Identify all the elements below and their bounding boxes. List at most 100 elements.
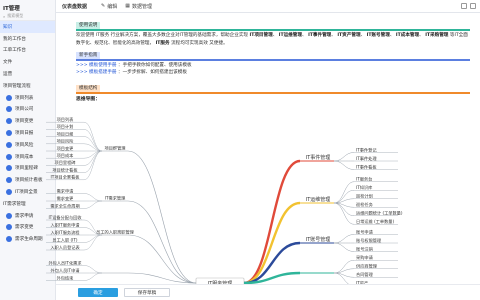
mindmap-branch-line: [127, 150, 197, 284]
pencil-icon: ✎: [101, 3, 106, 9]
mindmap-leaf-label: IT设备分配与回收: [48, 214, 82, 221]
mindmap-leaf-label: 项目计划: [57, 123, 74, 130]
mindmap-branch-line: [83, 265, 103, 274]
sidebar-item[interactable]: 运营: [0, 68, 55, 80]
close-icon[interactable]: [470, 3, 476, 9]
sidebar-search[interactable]: ⌕ 搜索模型: [0, 12, 55, 21]
sidebar-item-label: 项目列表: [15, 95, 34, 101]
mindmap-leaf-label: 巡检任务: [356, 201, 374, 208]
mindmap-branch-line: [127, 200, 197, 284]
intro-section-label: 使用说明: [76, 22, 101, 29]
intro-bold-5: IT账号管理: [366, 33, 390, 38]
mindmap-branch-line: [83, 272, 103, 281]
module-dot-icon: [6, 106, 12, 113]
mindmap-leaf-label: 项目风险: [57, 138, 75, 145]
mindmap-leaf-label: 需求申请: [57, 187, 74, 194]
mindmap-leaf-label: IT知识库: [356, 184, 372, 191]
mindmap-leaf-label: IT服务台: [356, 176, 372, 183]
sidebar-item-label: 文件: [3, 60, 13, 66]
module-dot-icon: [6, 165, 12, 172]
intro-section-header: 使用说明: [76, 22, 470, 31]
mindmap-title: 思维导图：: [76, 97, 100, 102]
module-dot-icon: [6, 118, 12, 125]
mindmap-leaf-label: 需求全生命周期: [50, 202, 79, 209]
mindmap-leaf-label: 合同管理: [356, 271, 374, 278]
mindmap-leaf-label: 需求变更: [57, 195, 75, 202]
intro-section-bar: [76, 29, 470, 31]
sidebar-item[interactable]: 文件: [0, 56, 55, 68]
mindmap-group-label: IT需求管理: [105, 195, 126, 202]
mindmap-branch-line: [83, 234, 103, 243]
confirm-button[interactable]: 确定: [78, 288, 118, 297]
mindmap-leaf-label: 账号申请: [356, 228, 373, 235]
mindmap-group-label: IT账号管理: [306, 236, 331, 243]
save-draft-button[interactable]: 保存草稿: [124, 288, 170, 297]
intro-bold-7: IT采购管理: [425, 33, 449, 38]
sidebar-item-label: 项目公司: [15, 107, 34, 113]
settings-icon[interactable]: [461, 3, 467, 9]
table-icon: ▦: [125, 3, 130, 9]
mindmap-branch-line: [333, 160, 355, 170]
mindmap-branch-line: [83, 122, 103, 152]
intro-bold-3: IT事件管理: [308, 33, 332, 38]
intro-text-3: 流程均可实现高效 又便捷。: [171, 40, 228, 46]
mindmap-group-label: 项目群管理: [105, 145, 127, 152]
mindmap-branch-line: [83, 150, 103, 173]
mindmap-branch-line: [83, 234, 103, 251]
mindmap-diagram: IT服务管理IT事件管理IT事件登记IT事件处理IT事件看板IT运维管理IT服务…: [46, 116, 403, 289]
module-dot-icon: [6, 153, 12, 160]
intro-bold-8: IT服务: [155, 40, 170, 46]
mindmap-leaf-label: IT事件登记: [356, 146, 377, 153]
sidebar-item-label: 项目管理流程: [3, 83, 31, 89]
mindmap-group-label: IT事件管理: [306, 154, 331, 161]
guide-section-label: 新手指南: [76, 52, 101, 59]
data-manage-button[interactable]: ▦ 数据管理: [125, 3, 152, 10]
structure-section-label: 模板结构: [76, 85, 101, 92]
intro-bold-1: IT项目管理: [249, 33, 273, 38]
sidebar-title-text: IT管理: [3, 6, 20, 12]
guide-link-row-2: >>> 模板搭建手册 ：一步步拆解、如何搭建出该模板: [76, 69, 470, 76]
mindmap-leaf-label: 日常运维 (工单数量): [356, 218, 394, 225]
sidebar-item-label: 知识: [3, 24, 13, 30]
edit-button[interactable]: ✎ 编辑: [101, 3, 117, 10]
sidebar-item[interactable]: 工单工作台: [0, 45, 55, 57]
edit-label: 编辑: [107, 3, 118, 10]
mindmap-leaf-label: 项目统计看板: [52, 166, 78, 173]
mindmap-leaf-label: 入职IT服务流程: [51, 229, 81, 236]
manual-link[interactable]: >>> 模板使用手册: [76, 63, 117, 68]
manual-link-desc: ：手把手教你如何配置、使用该模板: [118, 63, 192, 68]
structure-section-header: 模板结构: [76, 85, 470, 94]
mindmap-leaf-label: 巡检计划: [356, 193, 373, 200]
mindmap-leaf-label: 项目里程碑: [55, 159, 76, 166]
mindmap-leaf-label: IT事件处理: [356, 155, 377, 162]
sidebar-search-placeholder: 搜索模型: [7, 13, 24, 18]
sidebar-item[interactable]: 项目管理流程: [0, 80, 55, 92]
sidebar-item[interactable]: 我的工作台: [0, 33, 55, 45]
top-bar: 仪表盘数据 ✎ 编辑 ▦ 数据管理: [56, 0, 480, 13]
mindmap-branch-line: [333, 181, 355, 204]
page-title: 仪表盘数据: [62, 3, 88, 10]
structure-section-bar: [76, 92, 470, 94]
mindmap-leaf-label: 项目日报: [57, 130, 75, 137]
intro-text-1: 欢迎使用 IT服务 行业解决方案，覆盖大多数企业对IT管理的基础需求，帮助企业实…: [76, 33, 249, 38]
sidebar-item[interactable]: 项目列表: [0, 92, 55, 104]
sidebar-item[interactable]: 知识: [0, 21, 55, 33]
mindmap-leaf-label: 项目列表: [57, 116, 75, 123]
mindmap-branch-line: [83, 193, 103, 202]
intro-paragraph: 欢迎使用 IT服务 行业解决方案，覆盖大多数企业对IT管理的基础需求，帮助企业实…: [76, 33, 468, 46]
mindmap-branch-line: [333, 242, 355, 252]
bottom-action-bar: 确定 保存草稿: [56, 284, 480, 300]
data-manage-label: 数据管理: [131, 3, 152, 10]
mindmap-leaf-label: 入职IT服务申请: [51, 221, 80, 228]
mindmap-leaf-label: 供应商管理: [356, 263, 378, 270]
mindmap-leaf-label: 运维问题统计 (工单数量): [356, 210, 403, 217]
build-link-desc: ：一步步拆解、如何搭建出该模板: [118, 70, 187, 75]
search-icon: ⌕: [3, 13, 6, 19]
intro-bold-6: IT成本管理: [395, 33, 420, 38]
build-link[interactable]: >>> 模板搭建手册: [76, 70, 117, 75]
mindmap-branch-line: [333, 234, 355, 244]
sidebar-item-label: 运营: [3, 72, 13, 78]
module-dot-icon: [6, 224, 12, 231]
mindmap-leaf-label: 项目成本: [57, 152, 75, 159]
sidebar-title: IT管理: [0, 0, 55, 12]
